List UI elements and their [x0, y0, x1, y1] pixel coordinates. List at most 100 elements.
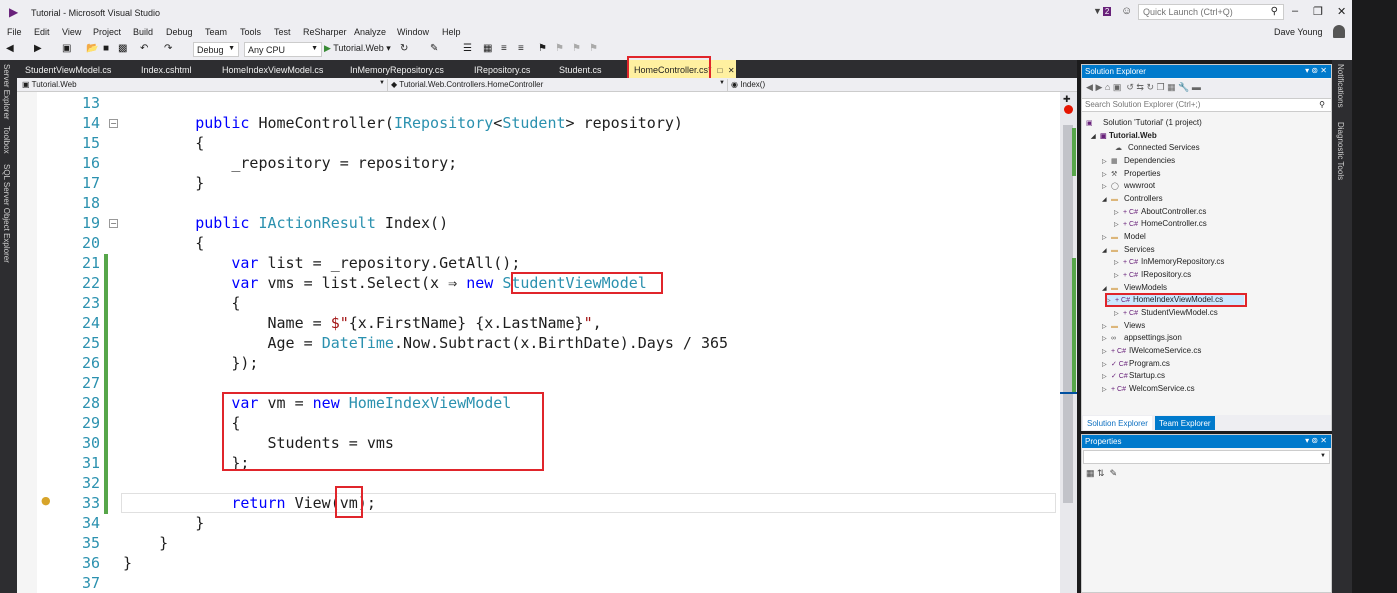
tab-student[interactable]: Student.cs — [553, 60, 608, 78]
editor-scrollbar[interactable]: ✚ — [1060, 92, 1077, 593]
tree-item-wwwroot[interactable]: ▷ ◯ wwwroot — [1102, 181, 1155, 193]
show-all-files-icon[interactable]: ▦ — [1167, 82, 1176, 92]
tree-item-controllers[interactable]: ◢ ▬ Controllers — [1102, 194, 1163, 206]
back-icon[interactable]: ◀ — [6, 43, 14, 54]
save-all-icon[interactable]: ▩ — [118, 43, 127, 54]
member-select[interactable]: ◉ Index() — [727, 79, 1075, 91]
layout-icon[interactable]: ▦ — [483, 43, 492, 54]
tree-item-services[interactable]: ◢ ▬ Services — [1102, 245, 1155, 257]
tree-item-solution[interactable]: ▣ Solution 'Tutorial' (1 project) — [1086, 118, 1202, 130]
code-editor[interactable]: ● 13 14− public HomeController(IReposito… — [17, 92, 1060, 593]
tree-item-project[interactable]: ◢ ▣ Tutorial.Web — [1091, 131, 1157, 143]
tree-item-studentviewmodel[interactable]: ▷ + C# StudentViewModel.cs — [1114, 308, 1218, 320]
redo-icon[interactable]: ↷ — [164, 43, 172, 54]
configuration-select[interactable]: Debug ▼ — [193, 42, 239, 57]
pending-changes-icon[interactable]: ↺ — [1126, 82, 1134, 92]
close-icon[interactable]: ✕ — [728, 66, 735, 75]
tree-item-connected-services[interactable]: ☁ Connected Services — [1115, 143, 1200, 155]
tab-index-cshtml[interactable]: Index.cshtml — [135, 60, 198, 78]
properties-icon[interactable]: ▬ — [1192, 82, 1201, 92]
panel-controls[interactable]: ▾ ⊚ ✕ — [1305, 436, 1327, 445]
tree-item-dependencies[interactable]: ▷ ▦ Dependencies — [1102, 156, 1175, 168]
menu-analyze[interactable]: Analyze — [354, 27, 386, 37]
solution-search-input[interactable] — [1082, 100, 1302, 109]
tab-team-explorer[interactable]: Team Explorer — [1155, 416, 1215, 430]
feedback-icon[interactable]: ☺ — [1121, 5, 1132, 17]
categorized-icon[interactable]: ▦ — [1086, 468, 1095, 478]
clear-bookmarks-icon[interactable]: ⚑ — [589, 43, 598, 54]
toolbox-tab[interactable]: Toolbox — [2, 126, 11, 154]
split-icon[interactable]: ✚ — [1063, 94, 1071, 105]
tree-item-homecontroller[interactable]: ▷ + C# HomeController.cs — [1114, 219, 1207, 231]
menu-edit[interactable]: Edit — [34, 27, 50, 37]
pin-icon[interactable]: □ — [718, 66, 723, 75]
notifications-tab[interactable]: Notifications — [1336, 64, 1345, 108]
tree-item-irepository[interactable]: ▷ + C# IRepository.cs — [1114, 270, 1191, 282]
menu-help[interactable]: Help — [442, 27, 461, 37]
properties-object-select[interactable]: ▼ — [1083, 450, 1330, 464]
collapse-icon[interactable]: − — [109, 219, 118, 228]
forward-icon[interactable]: ▶ — [1095, 82, 1102, 92]
menu-view[interactable]: View — [62, 27, 81, 37]
uncomment-icon[interactable]: ≡ — [518, 43, 524, 54]
menu-resharper[interactable]: ReSharper — [303, 27, 347, 37]
platform-select[interactable]: Any CPU ▼ — [244, 42, 322, 57]
menu-file[interactable]: File — [7, 27, 22, 37]
quick-launch-input[interactable] — [1139, 5, 1261, 19]
solution-explorer-search[interactable]: ⚲ — [1082, 98, 1331, 112]
menu-window[interactable]: Window — [397, 27, 429, 37]
menu-project[interactable]: Project — [93, 27, 121, 37]
menu-build[interactable]: Build — [133, 27, 153, 37]
quick-launch[interactable]: ⚲ — [1138, 4, 1284, 20]
tree-item-appsettings[interactable]: ▷ ∞ appsettings.json — [1102, 333, 1182, 345]
diagnostic-tools-tab[interactable]: Diagnostic Tools — [1336, 122, 1345, 180]
home-icon[interactable]: ⌂ — [1105, 82, 1110, 92]
panel-controls[interactable]: ▾ ⊚ ✕ — [1305, 66, 1327, 75]
tab-irepository[interactable]: IRepository.cs — [468, 60, 536, 78]
run-button[interactable]: ▶ Tutorial.Web ▾ — [324, 43, 391, 54]
forward-icon[interactable]: ▶ — [34, 43, 42, 54]
back-icon[interactable]: ◀ — [1086, 82, 1093, 92]
undo-icon[interactable]: ↶ — [140, 43, 148, 54]
menu-tools[interactable]: Tools — [240, 27, 261, 37]
comment-icon[interactable]: ≡ — [501, 43, 507, 54]
alphabetical-icon[interactable]: ⇅ — [1097, 468, 1105, 478]
menu-team[interactable]: Team — [205, 27, 227, 37]
next-bookmark-icon[interactable]: ⚑ — [572, 43, 581, 54]
save-icon[interactable]: ■ — [103, 43, 109, 54]
new-project-icon[interactable]: ▣ — [62, 43, 71, 54]
avatar[interactable] — [1333, 25, 1345, 38]
notifications-flag[interactable]: ▼ 2 — [1093, 6, 1113, 18]
prev-bookmark-icon[interactable]: ⚑ — [555, 43, 564, 54]
tree-item-aboutcontroller[interactable]: ▷ + C# AboutController.cs — [1114, 207, 1206, 219]
server-explorer-tab[interactable]: Server Explorer — [2, 64, 11, 120]
tree-item-startup[interactable]: ▷ ✓ C#Startup.cs — [1102, 371, 1165, 383]
tab-studentviewmodel[interactable]: StudentViewModel.cs — [19, 60, 117, 78]
sync-icon[interactable]: ⇆ — [1136, 82, 1144, 92]
tree-item-properties[interactable]: ▷ ⚒ Properties — [1102, 169, 1160, 181]
tree-item-views[interactable]: ▷ ▬ Views — [1102, 321, 1145, 333]
tree-item-program[interactable]: ▷ ✓ C#Program.cs — [1102, 359, 1170, 371]
toggle-icon[interactable]: ☰ — [463, 43, 472, 54]
bookmark-icon[interactable]: ⚑ — [538, 43, 547, 54]
menu-test[interactable]: Test — [274, 27, 291, 37]
open-icon[interactable]: 📂 — [86, 43, 98, 54]
class-select[interactable]: ◆ Tutorial.Web.Controllers.HomeControlle… — [387, 79, 727, 91]
maximize-button[interactable]: ❐ — [1313, 5, 1323, 18]
project-select[interactable]: ▣ Tutorial.Web ▼ — [19, 79, 387, 91]
property-pages-icon[interactable]: ✎ — [1110, 468, 1118, 478]
tab-homeindexviewmodel[interactable]: HomeIndexViewModel.cs — [216, 60, 329, 78]
sql-server-object-explorer-tab[interactable]: SQL Server Object Explorer — [2, 164, 11, 263]
browser-link-icon[interactable]: ✎ — [430, 43, 438, 54]
close-button[interactable]: ✕ — [1337, 5, 1346, 18]
preview-icon[interactable]: 🔧 — [1178, 82, 1189, 92]
tree-item-iwelcomeservice[interactable]: ▷ + C# IWelcomeService.cs — [1102, 346, 1201, 358]
tree-item-welcomservice[interactable]: ▷ + C# WelcomService.cs — [1102, 384, 1195, 396]
user-name[interactable]: Dave Young — [1274, 27, 1323, 37]
minimize-button[interactable]: – — [1292, 5, 1298, 17]
tree-item-inmemoryrepository[interactable]: ▷ + C# InMemoryRepository.cs — [1114, 257, 1224, 269]
tree-item-model[interactable]: ▷ ▬ Model — [1102, 232, 1146, 244]
tab-solution-explorer[interactable]: Solution Explorer — [1083, 416, 1152, 430]
refresh-icon[interactable]: ↻ — [400, 43, 408, 54]
refresh-icon[interactable]: ↻ — [1146, 82, 1154, 92]
